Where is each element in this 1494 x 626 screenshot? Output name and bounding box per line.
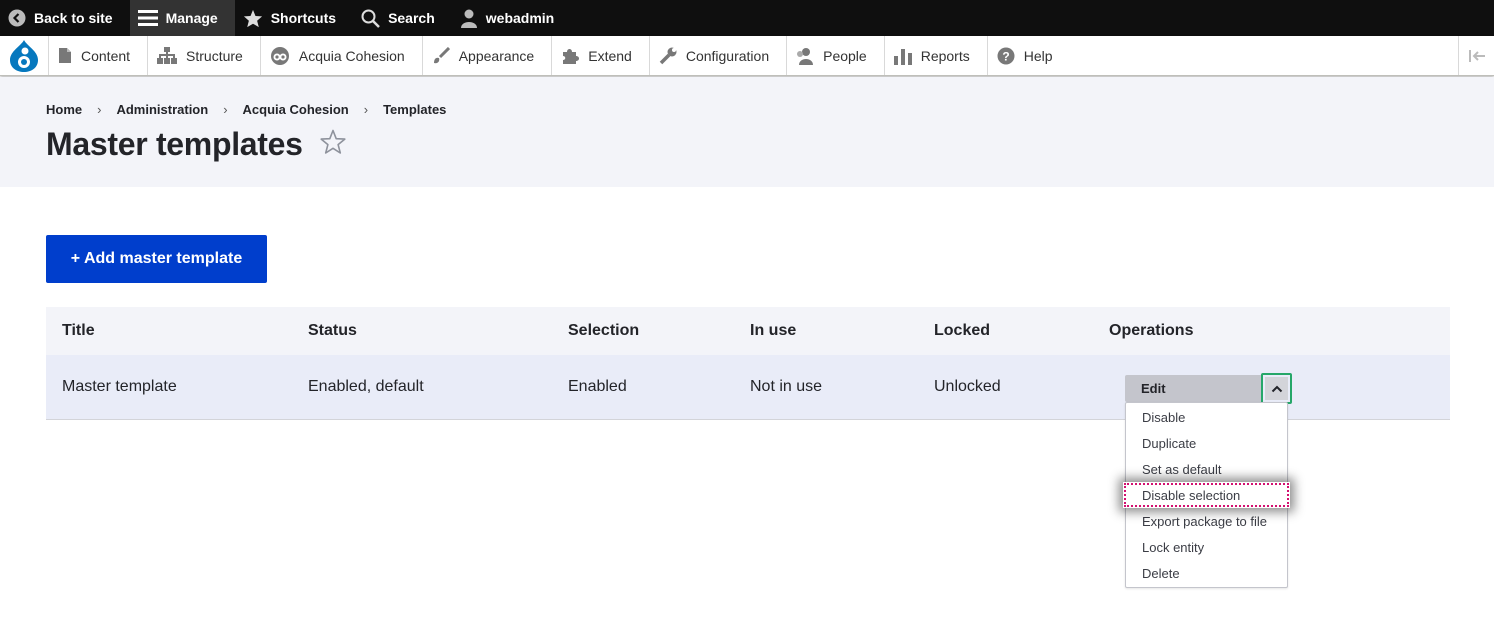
breadcrumb-separator: ›	[363, 102, 369, 117]
breadcrumb-acquia-cohesion[interactable]: Acquia Cohesion	[243, 102, 349, 117]
user-tab[interactable]: webadmin	[452, 0, 571, 36]
tray-item-extend[interactable]: Extend	[551, 36, 649, 75]
tray-item-content[interactable]: Content	[48, 36, 147, 75]
menu-item-export-package[interactable]: Export package to file	[1126, 508, 1287, 534]
back-to-site-label: Back to site	[34, 10, 113, 26]
page-icon	[59, 48, 71, 63]
tray-item-acquia-cohesion[interactable]: Acquia Cohesion	[259, 36, 422, 75]
collapse-icon	[1468, 49, 1485, 62]
tray-item-label: Reports	[920, 47, 970, 64]
column-header-status: Status	[308, 322, 357, 339]
svg-text:?: ?	[1002, 49, 1009, 63]
add-master-template-button[interactable]: + Add master template	[46, 235, 267, 283]
wrench-icon	[659, 47, 677, 64]
breadcrumb-templates[interactable]: Templates	[383, 102, 446, 117]
shortcut-star-icon[interactable]	[320, 129, 346, 155]
breadcrumb-home[interactable]: Home	[46, 102, 82, 117]
tray-item-label: People	[823, 47, 867, 64]
cell-selection: Enabled	[568, 378, 627, 395]
shortcuts-tab[interactable]: Shortcuts	[235, 0, 353, 36]
operations-dropbutton: Edit Disable Duplicate Set as default Di…	[1123, 373, 1292, 588]
column-header-selection: Selection	[568, 322, 640, 339]
page-title: Master templates	[46, 126, 303, 162]
search-icon	[361, 9, 380, 28]
tray-item-label: Appearance	[458, 47, 535, 64]
drupal-logo-icon[interactable]	[0, 36, 48, 75]
breadcrumb-administration[interactable]: Administration	[116, 102, 208, 117]
cohesion-icon	[270, 46, 289, 65]
tray-item-label: Acquia Cohesion	[298, 47, 405, 64]
tray-item-label: Help	[1023, 47, 1053, 64]
cell-locked: Unlocked	[934, 378, 1001, 395]
menu-item-lock-entity[interactable]: Lock entity	[1126, 534, 1287, 560]
manage-label: Manage	[165, 10, 218, 26]
help-icon: ?	[997, 47, 1015, 64]
menu-item-disable[interactable]: Disable	[1126, 404, 1287, 430]
column-header-locked: Locked	[934, 322, 991, 339]
column-header-in-use: In use	[750, 322, 797, 339]
back-to-site-link[interactable]: Back to site	[0, 0, 130, 36]
breadcrumb-separator: ›	[97, 102, 102, 117]
table-header: Title Status Selection In use Locked Ope…	[46, 307, 1450, 355]
tray-item-label: Content	[81, 47, 131, 64]
tray-item-label: Configuration	[685, 47, 770, 64]
paintbrush-icon	[433, 46, 450, 63]
column-header-operations: Operations	[1109, 322, 1194, 339]
search-tab[interactable]: Search	[353, 0, 452, 36]
admin-tray: Content Structure Acquia Cohesion Appear…	[0, 36, 1494, 76]
hierarchy-icon	[157, 47, 178, 64]
tray-item-label: Extend	[588, 47, 632, 64]
cell-status: Enabled, default	[308, 378, 424, 395]
tray-item-label: Structure	[186, 47, 243, 64]
hamburger-icon	[137, 10, 158, 26]
tray-item-people[interactable]: People	[786, 36, 884, 75]
manage-tab[interactable]: Manage	[129, 0, 235, 36]
dropbutton-toggle[interactable]	[1261, 373, 1292, 404]
breadcrumb: Home › Administration › Acquia Cohesion …	[46, 102, 446, 117]
edit-button[interactable]: Edit	[1125, 375, 1261, 402]
menu-item-duplicate[interactable]: Duplicate	[1126, 430, 1287, 456]
bar-chart-icon	[893, 48, 912, 65]
chevron-up-icon	[1271, 385, 1282, 392]
menu-item-set-as-default[interactable]: Set as default	[1126, 456, 1287, 482]
tray-orientation-toggle[interactable]	[1458, 36, 1494, 75]
menu-item-disable-selection[interactable]: Disable selection	[1123, 482, 1290, 508]
user-label: webadmin	[485, 10, 555, 26]
star-icon	[243, 9, 262, 27]
admin-toolbar: Back to site Manage Shortcuts Search web…	[0, 0, 1494, 36]
page-header: Home › Administration › Acquia Cohesion …	[0, 77, 1494, 187]
column-header-title: Title	[62, 322, 95, 339]
tray-item-reports[interactable]: Reports	[883, 36, 987, 75]
puzzle-icon	[563, 48, 580, 64]
tray-item-appearance[interactable]: Appearance	[421, 36, 552, 75]
back-arrow-icon	[8, 9, 26, 27]
cell-title: Master template	[62, 378, 177, 395]
operations-menu: Disable Duplicate Set as default Disable…	[1123, 402, 1290, 588]
breadcrumb-separator: ›	[223, 102, 228, 117]
user-icon	[460, 9, 477, 28]
tray-item-help[interactable]: ? Help	[986, 36, 1070, 75]
people-icon	[797, 47, 814, 65]
cell-in-use: Not in use	[750, 378, 823, 395]
tray-item-configuration[interactable]: Configuration	[648, 36, 786, 75]
menu-item-delete[interactable]: Delete	[1126, 560, 1287, 586]
shortcuts-label: Shortcuts	[270, 10, 337, 26]
tray-item-structure[interactable]: Structure	[147, 36, 260, 75]
search-label: Search	[388, 10, 435, 26]
